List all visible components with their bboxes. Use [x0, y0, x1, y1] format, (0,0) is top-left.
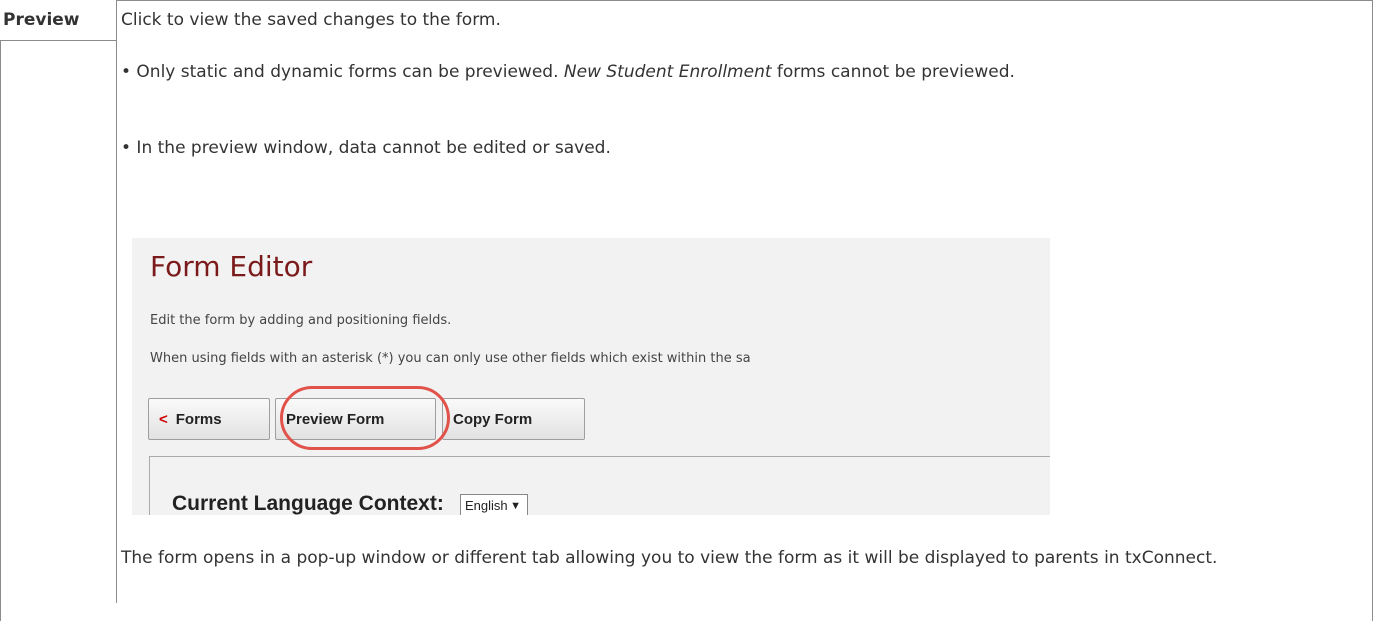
popup-description: The form opens in a pop-up window or dif… — [121, 548, 1218, 568]
chevron-left-icon: < — [159, 410, 168, 428]
bullet-static-dynamic: • Only static and dynamic forms can be p… — [121, 60, 1121, 84]
bullet-text-prefix: • Only static and dynamic forms can be p… — [121, 62, 564, 82]
copy-form-label: Copy Form — [453, 410, 533, 428]
column-divider — [116, 0, 117, 603]
form-editor-asterisk-note: When using fields with an asterisk (*) y… — [150, 351, 751, 366]
row-label-cell: Preview — [0, 0, 117, 41]
form-editor-screenshot: Form Editor Edit the form by adding and … — [132, 238, 1050, 515]
forms-button-label: Forms — [175, 410, 222, 428]
language-select-value: English — [465, 498, 508, 513]
description-line: Click to view the saved changes to the f… — [121, 10, 501, 30]
language-context-label: Current Language Context: — [172, 492, 444, 515]
bullet-text-italic: New Student Enrollment — [563, 62, 772, 82]
row-label: Preview — [3, 10, 80, 30]
bullet-preview-readonly: • In the preview window, data cannot be … — [121, 138, 611, 158]
form-editor-description: Edit the form by adding and positioning … — [150, 313, 452, 328]
form-editor-title: Form Editor — [150, 250, 313, 283]
language-select[interactable]: English ▼ — [460, 494, 528, 515]
forms-back-button[interactable]: < Forms — [148, 398, 270, 440]
copy-form-button[interactable]: Copy Form — [442, 398, 585, 440]
highlight-circle — [280, 386, 450, 450]
bullet-text-suffix: forms cannot be previewed. — [771, 62, 1015, 82]
dropdown-arrow-icon: ▼ — [510, 500, 521, 512]
